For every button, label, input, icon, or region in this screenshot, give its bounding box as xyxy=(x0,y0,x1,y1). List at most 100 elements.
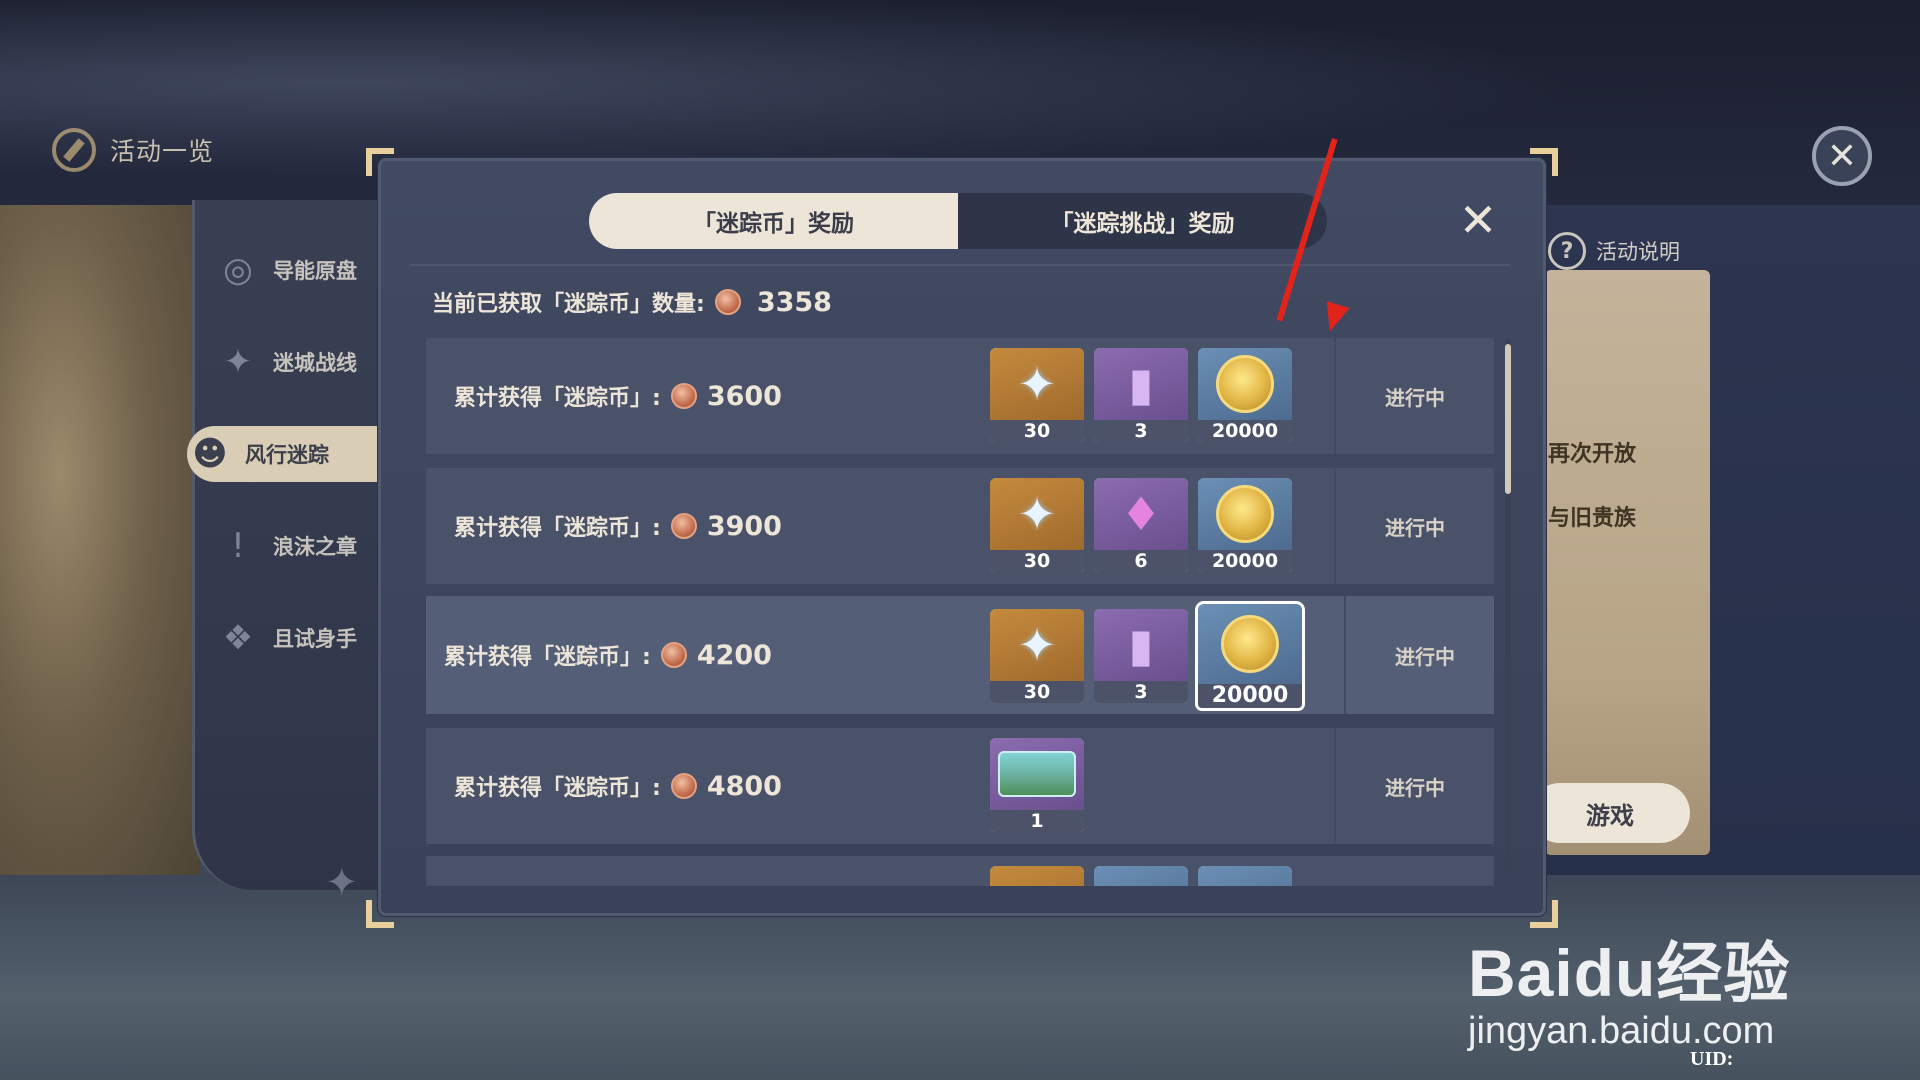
reward-item[interactable] xyxy=(990,866,1084,886)
reward-item[interactable]: ✦ 30 xyxy=(990,478,1084,572)
main-close-button[interactable]: ✕ xyxy=(1812,126,1872,186)
talent-book-icon: ▮ xyxy=(1128,357,1154,411)
windtrace-coin-icon xyxy=(714,289,741,315)
reward-row: 累计获得「迷踪币」: 3900 ✦ 30 ♦ 6 20000 进行中 xyxy=(426,468,1494,584)
reward-qty: 20000 xyxy=(1198,550,1292,572)
reward-qty: 30 xyxy=(990,420,1084,442)
reward-items: 1 xyxy=(990,738,1084,832)
reward-row: 累计获得「迷踪币」: 4800 1 进行中 xyxy=(426,728,1494,844)
event-help-button[interactable]: ? 活动说明 xyxy=(1548,232,1680,270)
sidebar-item-label: 导能原盘 xyxy=(273,259,357,283)
reward-list: 累计获得「迷踪币」: 3600 ✦ 30 ▮ 3 20000 进行中 累计获得「… xyxy=(426,338,1494,886)
windtrace-coin-icon xyxy=(670,773,697,799)
sidebar-item-trial[interactable]: ❖ 且试身手 xyxy=(215,610,390,666)
page-title-group: 活动一览 xyxy=(52,128,214,172)
reward-threshold: 累计获得「迷踪币」: 4200 xyxy=(444,596,772,714)
reward-row: 累计获得「迷踪币」: 3600 ✦ 30 ▮ 3 20000 进行中 xyxy=(426,338,1494,454)
talent-book-icon: ▮ xyxy=(1128,618,1154,672)
reward-item[interactable]: 20000 xyxy=(1198,478,1292,572)
reward-item[interactable] xyxy=(1198,866,1292,886)
event-sidebar: ◎ 导能原盘 ✦ 迷城战线 ☻ 风行迷踪 ! 浪沫之章 ❖ 且试身手 ✦ xyxy=(187,200,402,906)
modal-close-button[interactable]: ✕ xyxy=(1456,193,1500,247)
tab-coin-rewards[interactable]: 「迷踪币」奖励 xyxy=(589,193,958,249)
corner-ornament-icon xyxy=(1530,148,1558,176)
sparkle-icon: ✦ xyxy=(325,860,359,906)
primogem-icon: ✦ xyxy=(1017,487,1057,541)
sidebar-item-label: 且试身手 xyxy=(273,627,357,651)
sidebar-item-disc[interactable]: ◎ 导能原盘 xyxy=(215,242,390,298)
sidebar-item-label: 风行迷踪 xyxy=(245,443,329,467)
primogem-icon: ✦ xyxy=(1017,618,1057,672)
reward-item[interactable]: ✦ 30 xyxy=(990,348,1084,442)
reward-qty: 30 xyxy=(990,550,1084,572)
reward-items: ✦ 30 ▮ 3 20000 xyxy=(990,348,1292,442)
reward-threshold-amount: 3600 xyxy=(706,380,782,412)
close-icon: ✕ xyxy=(1826,135,1858,177)
current-coin-label: 当前已获取「迷踪币」数量: xyxy=(432,292,705,317)
cards-icon: ❖ xyxy=(222,618,254,658)
reward-list-scrollbar[interactable] xyxy=(1505,338,1511,878)
sidebar-item-windtrace[interactable]: ☻ 风行迷踪 xyxy=(187,426,402,482)
windtrace-coin-icon xyxy=(670,383,697,409)
tab-label: 「迷踪挑战」奖励 xyxy=(1050,211,1235,237)
compass-icon xyxy=(52,128,96,172)
sidebar-item-label: 浪沫之章 xyxy=(273,535,357,559)
disc-icon: ◎ xyxy=(223,250,253,290)
sidebar-item-wave[interactable]: ! 浪沫之章 xyxy=(215,518,390,574)
reward-item[interactable]: ♦ 6 xyxy=(1094,478,1188,572)
reward-threshold: 累计获得「迷踪币」: 4800 xyxy=(454,728,782,844)
status-badge: 进行中 xyxy=(1334,338,1494,454)
reward-threshold-label: 累计获得「迷踪币」: xyxy=(454,516,661,541)
event-info-text: 与旧贵族 xyxy=(1548,506,1637,531)
event-info-text: 再次开放 xyxy=(1548,442,1637,467)
tab-challenge-rewards[interactable]: 「迷踪挑战」奖励 xyxy=(958,193,1327,249)
reward-tabs: 「迷踪币」奖励 「迷踪挑战」奖励 xyxy=(589,193,1327,249)
page-title: 活动一览 xyxy=(110,137,215,166)
sidebar-item-battlefront[interactable]: ✦ 迷城战线 xyxy=(215,334,390,390)
reward-threshold: 累计获得「迷踪币」: 3900 xyxy=(454,468,782,584)
primogem-icon: ✦ xyxy=(1017,357,1057,411)
play-game-button[interactable]: 游戏 xyxy=(1530,783,1690,843)
crystal-icon: ♦ xyxy=(1120,487,1162,541)
reward-qty: 3 xyxy=(1094,681,1188,703)
watermark-url: jingyan.baidu.com xyxy=(1468,1010,1775,1052)
help-label: 活动说明 xyxy=(1596,240,1680,264)
divider xyxy=(410,264,1510,266)
current-coin-value: 3358 xyxy=(756,286,832,318)
background-map xyxy=(0,205,200,875)
tab-label: 「迷踪币」奖励 xyxy=(693,211,854,237)
mora-icon xyxy=(1221,615,1279,673)
reward-item[interactable]: 20000 xyxy=(1198,348,1292,442)
reward-item[interactable] xyxy=(1094,866,1188,886)
reward-item[interactable]: ▮ 3 xyxy=(1094,609,1188,703)
uid-label: UID: xyxy=(1690,1048,1734,1070)
mora-icon xyxy=(1216,355,1274,413)
reward-threshold-label: 累计获得「迷踪币」: xyxy=(454,776,661,801)
reward-threshold-amount: 3900 xyxy=(706,510,782,542)
reward-item[interactable]: 1 xyxy=(990,738,1084,832)
reward-threshold-label: 累计获得「迷踪币」: xyxy=(454,386,661,411)
reward-item[interactable]: ▮ 3 xyxy=(1094,348,1188,442)
close-icon: ✕ xyxy=(1458,193,1498,247)
play-game-label: 游戏 xyxy=(1586,801,1634,830)
reward-row: 累计获得「迷踪币」: 4200 ✦ 30 ▮ 3 20000 进行中 xyxy=(426,596,1494,714)
reward-row-partial xyxy=(426,856,1494,886)
current-coin-count: 当前已获取「迷踪币」数量: 3358 xyxy=(432,286,832,318)
reward-qty: 30 xyxy=(990,681,1084,703)
reward-threshold-label: 累计获得「迷踪币」: xyxy=(444,645,651,670)
reward-item[interactable]: ✦ 30 xyxy=(990,609,1084,703)
reward-qty: 20000 xyxy=(1198,420,1292,442)
watermark-logo: Baidu经验 xyxy=(1468,936,1791,1010)
status-badge: 进行中 xyxy=(1334,728,1494,844)
crest-icon: ✦ xyxy=(223,342,253,382)
cat-mask-icon: ☻ xyxy=(192,434,228,474)
reward-item-selected[interactable]: 20000 xyxy=(1195,601,1305,711)
status-badge: 进行中 xyxy=(1344,596,1494,714)
sidebar-item-label: 迷城战线 xyxy=(273,351,357,375)
reward-threshold-amount: 4200 xyxy=(696,639,772,671)
status-badge: 进行中 xyxy=(1334,468,1494,584)
scroll-thumb[interactable] xyxy=(1505,344,1511,494)
reward-items xyxy=(990,866,1292,886)
windtrace-coin-icon xyxy=(670,513,697,539)
exclamation-icon: ! xyxy=(231,526,245,566)
